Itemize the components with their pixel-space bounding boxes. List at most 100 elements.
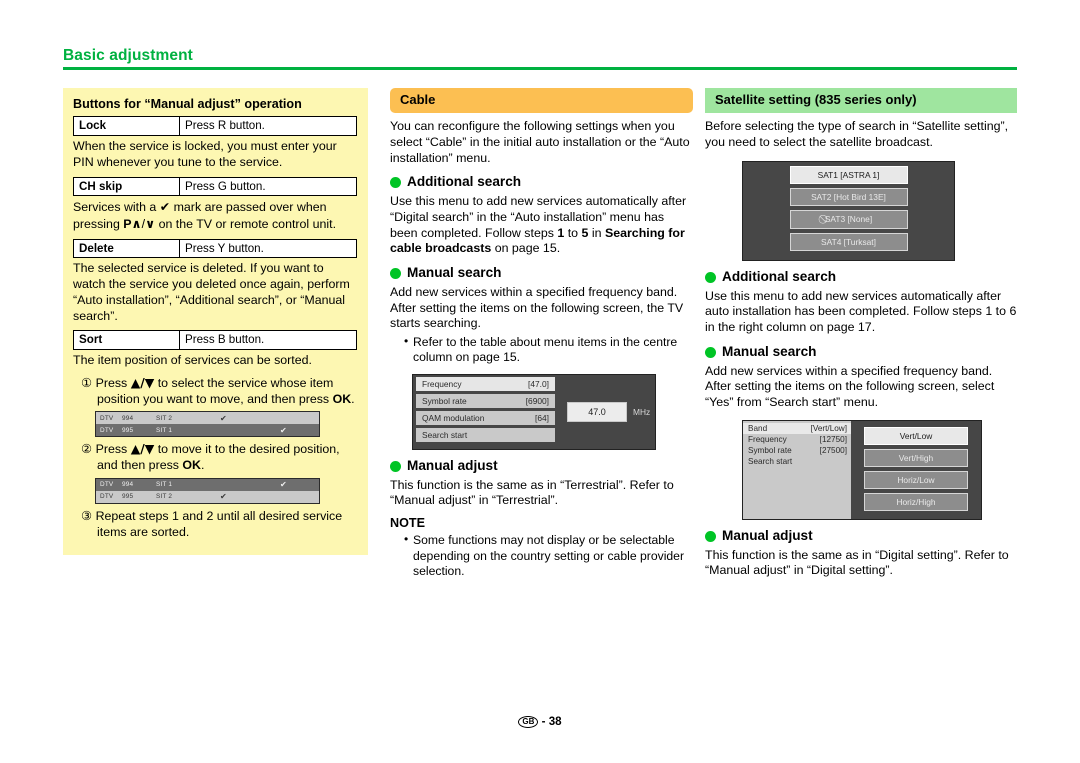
row1-number: 994 bbox=[122, 414, 134, 422]
bullet-dot-icon bbox=[705, 271, 716, 283]
chskip-value: Press G button. bbox=[179, 176, 357, 197]
sat3-label: SAT3 [None] bbox=[824, 214, 873, 225]
band-option-horiz-low[interactable]: Horiz/Low bbox=[864, 470, 968, 489]
table-row: Delete Press Y button. bbox=[73, 238, 357, 259]
satellite-manual-adjust-text: This function is the same as in “Digital… bbox=[705, 547, 1009, 578]
satellite-additional-search-heading: Additional search bbox=[705, 268, 1017, 285]
osd-item-value: [64] bbox=[535, 412, 549, 423]
sat4-button[interactable]: SAT4 [Turksat] bbox=[789, 233, 908, 252]
step1-text-c: . bbox=[351, 391, 355, 406]
osd-item-frequency[interactable]: Frequency [47.0] bbox=[416, 376, 555, 392]
osd-item-value: [Vert/Low] bbox=[810, 423, 847, 433]
sat2-button[interactable]: SAT2 [Hot Bird 13E] bbox=[789, 188, 908, 207]
osd-item-symbol-rate[interactable]: Symbol rate [27500] bbox=[743, 445, 851, 456]
footer-separator: - bbox=[541, 715, 546, 728]
row2-check-icon: ✔ bbox=[220, 492, 227, 502]
osd-item-label: Frequency bbox=[748, 434, 787, 444]
row2-name: SIT 2 bbox=[156, 493, 173, 501]
page-title: Basic adjustment bbox=[63, 47, 193, 64]
heading-label: Additional search bbox=[407, 174, 522, 190]
osd-item-search-start[interactable]: Search start bbox=[416, 427, 555, 443]
band-option-horiz-high[interactable]: Horiz/High bbox=[864, 492, 968, 511]
delete-key: Delete bbox=[73, 238, 180, 259]
row1-type: DTV bbox=[100, 414, 114, 422]
cable-manual-search-text: Add new services within a specified freq… bbox=[390, 285, 684, 331]
step2-text-c: . bbox=[201, 458, 205, 473]
step-number-2: ② bbox=[81, 441, 93, 457]
cable-manual-adjust-heading: Manual adjust bbox=[390, 457, 693, 474]
band-option-vert-high[interactable]: Vert/High bbox=[864, 448, 968, 467]
row1-name: SIT 2 bbox=[156, 414, 173, 422]
bullet-dot-icon bbox=[390, 268, 401, 280]
row2-type: DTV bbox=[100, 426, 114, 434]
cable-note-heading: NOTE bbox=[390, 516, 425, 531]
sat1-button[interactable]: SAT1 [ASTRA 1] bbox=[789, 166, 908, 185]
sort-description: The item position of services can be sor… bbox=[73, 353, 312, 368]
osd-item-frequency[interactable]: Frequency [12750] bbox=[743, 434, 851, 445]
list-item: Refer to the table about menu items in t… bbox=[404, 334, 693, 366]
sort-key: Sort bbox=[73, 330, 180, 351]
satellite-column: Satellite setting (835 series only) Befo… bbox=[705, 88, 1017, 579]
step2-text-a: Press bbox=[95, 442, 131, 457]
list-item: DTV 995 SIT 2 ✔ bbox=[96, 490, 319, 503]
lock-description: When the service is locked, you must ent… bbox=[73, 139, 337, 169]
list-item: DTV 994 SIT 1 ✔ bbox=[96, 478, 319, 491]
osd-item-symbol-rate[interactable]: Symbol rate [6900] bbox=[416, 393, 555, 409]
row2-check-icon: ✔ bbox=[280, 425, 287, 435]
osd-item-qam-modulation[interactable]: QAM modulation [64] bbox=[416, 410, 555, 426]
manual-adjust-buttons-panel: Buttons for “Manual adjust” operation Lo… bbox=[63, 88, 368, 556]
sat3-button[interactable]: ⃠SAT3 [None] bbox=[789, 210, 908, 230]
manual-page: Basic adjustment Buttons for “Manual adj… bbox=[0, 0, 1080, 763]
page-footer: GB - 38 bbox=[0, 715, 1080, 728]
band-option-vert-low[interactable]: Vert/Low bbox=[864, 426, 968, 445]
heading-label: Manual search bbox=[722, 343, 817, 359]
cable-column: Cable You can reconfigure the following … bbox=[390, 88, 693, 580]
osd-item-label: Frequency bbox=[422, 378, 462, 389]
satellite-intro: Before selecting the type of search in “… bbox=[705, 119, 1009, 149]
heading-label: Manual adjust bbox=[407, 457, 498, 473]
check-icon: ✔ bbox=[159, 199, 171, 215]
satellite-manual-adjust-heading: Manual adjust bbox=[705, 527, 1017, 544]
panel-title: Buttons for “Manual adjust” operation bbox=[73, 97, 302, 111]
osd-item-search-start[interactable]: Search start bbox=[743, 456, 851, 467]
cable-manual-search-notes: Refer to the table about menu items in t… bbox=[390, 334, 693, 366]
table-row: Sort Press B button. bbox=[73, 330, 357, 351]
sort-list-screenshot-before: DTV 994 SIT 2 ✔ DTV 995 SIT 1 ✔ bbox=[95, 411, 320, 438]
sort-step-3: ③ Repeat steps 1 and 2 until all desired… bbox=[81, 508, 358, 541]
lock-value: Press R button. bbox=[179, 116, 357, 137]
heading-label: Additional search bbox=[722, 268, 837, 284]
bullet-dot-icon bbox=[705, 346, 716, 358]
up-down-arrow-icon: ▲/▼ bbox=[130, 441, 155, 457]
cable-manual-search-heading: Manual search bbox=[390, 265, 693, 281]
osd-item-band[interactable]: Band [Vert/Low] bbox=[743, 422, 851, 434]
delete-description: The selected service is deleted. If you … bbox=[73, 261, 350, 323]
left-column: Buttons for “Manual adjust” operation Lo… bbox=[63, 88, 368, 556]
heading-label: Manual adjust bbox=[722, 527, 813, 543]
cable-additional-search-text: Use this menu to add new services automa… bbox=[390, 194, 693, 257]
osd-value-pane: 47.0 MHz bbox=[555, 375, 655, 449]
chskip-row-table: CH skip Press G button. bbox=[73, 176, 357, 197]
satellite-additional-search-text: Use this menu to add new services automa… bbox=[705, 288, 1017, 334]
step3-text: Repeat steps 1 and 2 until all desired s… bbox=[95, 508, 343, 539]
chskip-description: Services with a ✔ mark are passed over w… bbox=[73, 199, 358, 233]
chevron-up-icon: ∧ bbox=[131, 216, 142, 231]
chskip-text-a: Services with a bbox=[73, 200, 160, 215]
row1-check-icon: ✔ bbox=[220, 413, 227, 423]
osd-menu-list: Frequency [47.0] Symbol rate [6900] QAM … bbox=[413, 375, 555, 449]
satellite-manual-search-text: Add new services within a specified freq… bbox=[705, 363, 995, 410]
row1-check-icon: ✔ bbox=[280, 480, 287, 490]
sort-row-table: Sort Press B button. bbox=[73, 330, 357, 351]
osd-item-value: [27500] bbox=[819, 445, 847, 455]
text-c: in bbox=[588, 225, 605, 240]
satellite-select-osd: SAT1 [ASTRA 1] SAT2 [Hot Bird 13E] ⃠SAT3… bbox=[742, 160, 955, 261]
page-number: 38 bbox=[548, 715, 562, 728]
osd-band-options: Vert/Low Vert/High Horiz/Low Horiz/High bbox=[851, 421, 981, 519]
chskip-key: CH skip bbox=[73, 176, 180, 197]
bullet-dot-icon bbox=[705, 530, 716, 542]
row2-type: DTV bbox=[100, 493, 114, 501]
osd-item-value: [12750] bbox=[819, 434, 847, 444]
cable-note-list: Some functions may not display or be sel… bbox=[390, 532, 693, 579]
up-down-arrow-icon: ▲/▼ bbox=[130, 374, 155, 390]
row2-number: 995 bbox=[122, 493, 134, 501]
frequency-value-box[interactable]: 47.0 bbox=[567, 401, 627, 422]
